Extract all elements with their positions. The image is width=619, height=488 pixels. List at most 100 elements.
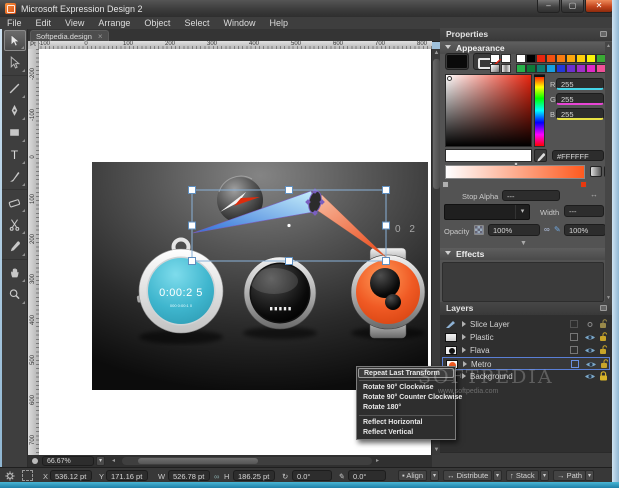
swatch-none[interactable] — [490, 54, 500, 63]
link-icon[interactable]: ∞ — [544, 225, 550, 234]
artboard-artwork[interactable]: 0:00:2 5 000 0:00:1 0 — [92, 162, 428, 390]
layer-expand-icon[interactable] — [462, 334, 466, 340]
align-button[interactable]: ▪ Align — [398, 470, 427, 481]
palette-swatch[interactable] — [576, 64, 586, 73]
menu-file[interactable]: File — [0, 18, 29, 28]
menu-select[interactable]: Select — [177, 18, 216, 28]
line-tool[interactable] — [4, 78, 26, 99]
lock-open-icon[interactable] — [600, 359, 609, 369]
distribute-dropdown-icon[interactable]: ▾ — [493, 470, 502, 481]
selection-tool[interactable] — [4, 30, 26, 51]
paintbrush-tool[interactable] — [4, 166, 26, 187]
menu-item-repeat-last-transform[interactable]: Repeat Last Transform — [358, 368, 454, 378]
menu-view[interactable]: View — [58, 18, 91, 28]
vscroll-thumb[interactable] — [433, 59, 440, 189]
layer-row-plastic[interactable]: Plastic — [442, 331, 610, 344]
stroke-style-dropdown[interactable]: ▾ — [444, 204, 530, 220]
hue-slider[interactable] — [534, 74, 545, 147]
lock-closed-icon[interactable] — [599, 371, 608, 381]
layer-row-metro[interactable]: Metro — [442, 357, 610, 370]
opacity-field[interactable]: 100% — [488, 224, 540, 236]
hscroll-track[interactable] — [122, 457, 372, 465]
palette-swatch[interactable] — [556, 64, 566, 73]
y-field[interactable]: 171.16 pt — [106, 470, 148, 481]
stack-dropdown-icon[interactable]: ▾ — [540, 470, 549, 481]
sv-marker[interactable] — [447, 76, 452, 81]
hand-tool[interactable] — [4, 262, 26, 283]
gradient-stop-start[interactable] — [442, 181, 449, 188]
menu-item-reflect-vertical[interactable]: Reflect Vertical — [357, 428, 455, 438]
palette-swatch[interactable] — [526, 54, 536, 63]
scroll-down-icon[interactable]: ▼ — [605, 295, 612, 301]
eyedropper-tool[interactable] — [4, 236, 26, 257]
pin-icon[interactable] — [600, 31, 607, 37]
x-field[interactable]: 536.12 pt — [50, 470, 92, 481]
distribute-button[interactable]: ↔ Distribute — [443, 470, 492, 481]
gradient-linear-button[interactable] — [590, 166, 602, 177]
rotation-field[interactable]: 0.0° — [292, 470, 332, 481]
minimize-button[interactable]: – — [537, 0, 560, 13]
gradient-mid-stop[interactable] — [514, 162, 518, 166]
menu-item-rotate-180[interactable]: Rotate 180° — [357, 403, 455, 413]
menu-object[interactable]: Object — [137, 18, 177, 28]
layer-expand-icon[interactable] — [462, 373, 466, 379]
chevron-down-icon[interactable]: ▾ — [515, 205, 529, 219]
ruler-unit[interactable]: Pt — [28, 41, 39, 49]
eraser-tool[interactable] — [4, 192, 26, 213]
eye-hidden-icon[interactable] — [584, 320, 596, 329]
hscroll-thumb[interactable] — [138, 458, 258, 464]
layer-row-background[interactable]: Background — [442, 370, 610, 383]
watch-black[interactable] — [244, 257, 316, 329]
menu-arrange[interactable]: Arrange — [91, 18, 137, 28]
gradient-reverse-icon[interactable]: ↔ — [590, 190, 598, 199]
link-dimensions-icon[interactable]: ∞ — [214, 472, 219, 481]
scroll-left-icon[interactable]: ◂ — [112, 457, 115, 464]
eye-icon[interactable] — [585, 360, 597, 369]
layer-expand-icon[interactable] — [463, 361, 467, 367]
gradient-bar[interactable] — [445, 165, 585, 179]
lock-open-icon[interactable] — [599, 345, 608, 355]
scroll-right-icon[interactable]: ▸ — [376, 457, 379, 464]
zoom-dropdown-chevron-icon[interactable]: ▾ — [96, 456, 105, 466]
stack-button[interactable]: ↑ Stack — [506, 470, 539, 481]
palette-swatch[interactable] — [566, 54, 576, 63]
fill-swatch[interactable] — [445, 53, 469, 70]
maximize-button[interactable]: ▢ — [561, 0, 584, 13]
palette-swatch[interactable] — [566, 64, 576, 73]
layer-checkbox[interactable] — [570, 333, 578, 341]
palette-swatch[interactable] — [536, 64, 546, 73]
g-field[interactable]: 255 — [556, 93, 604, 105]
align-dropdown-icon[interactable]: ▾ — [430, 470, 439, 481]
layer-checkbox[interactable] — [570, 320, 578, 328]
path-dropdown-icon[interactable]: ▾ — [585, 470, 594, 481]
rectangle-tool[interactable] — [4, 122, 26, 143]
layer-checkbox[interactable] — [570, 346, 578, 354]
path-button[interactable]: → Path — [553, 470, 586, 481]
stop-alpha-field[interactable]: --- — [502, 190, 560, 201]
lock-open-icon[interactable] — [599, 332, 608, 342]
r-field[interactable]: 255 — [556, 78, 604, 90]
menu-help[interactable]: Help — [262, 18, 295, 28]
registration-mark-icon[interactable] — [22, 470, 33, 481]
scroll-up-icon[interactable]: ▲ — [605, 43, 612, 49]
pen-tool[interactable] — [4, 100, 26, 121]
menu-window[interactable]: Window — [216, 18, 262, 28]
tab-close-icon[interactable]: × — [98, 32, 103, 41]
eyedropper-button[interactable] — [534, 149, 547, 162]
close-button[interactable]: ✕ — [585, 0, 613, 13]
palette-swatch[interactable] — [546, 54, 556, 63]
width-field[interactable]: --- — [564, 205, 604, 217]
palette-swatch[interactable] — [516, 64, 526, 73]
hue-marker[interactable] — [534, 75, 545, 77]
direct-selection-tool[interactable] — [4, 52, 26, 73]
palette-swatch[interactable] — [526, 64, 536, 73]
layer-checkbox[interactable] — [571, 360, 579, 368]
eye-icon[interactable] — [584, 372, 596, 381]
collapse-triangle-icon[interactable] — [445, 45, 451, 49]
b-field[interactable]: 255 — [556, 108, 604, 120]
layer-expand-icon[interactable] — [462, 347, 466, 353]
zoom-tool[interactable] — [4, 284, 26, 305]
section-collapse-chevron-icon[interactable]: ▼ — [520, 240, 527, 247]
menu-item-rotate-90-cw[interactable]: Rotate 90° Clockwise — [357, 383, 455, 393]
swatch-white[interactable] — [501, 54, 511, 63]
